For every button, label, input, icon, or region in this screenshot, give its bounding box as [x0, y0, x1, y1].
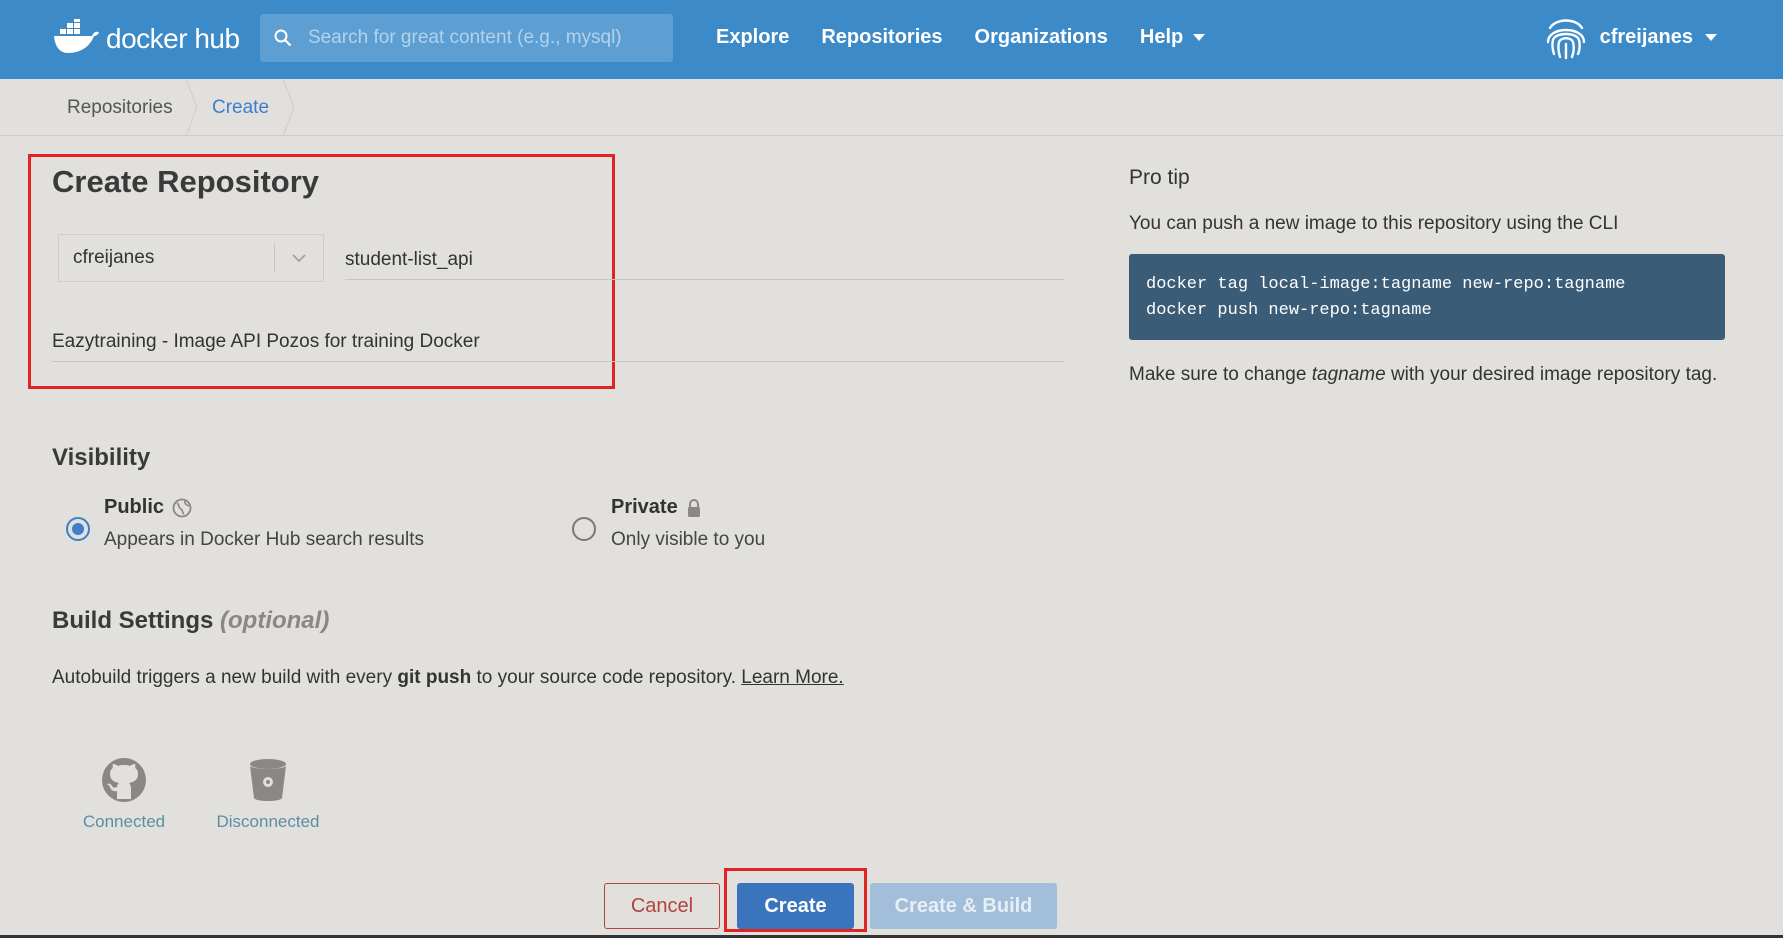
caret-down-icon	[1705, 33, 1717, 41]
pro-tip-title: Pro tip	[1129, 166, 1190, 189]
private-option-label[interactable]: Private	[611, 496, 702, 519]
note-text-before: Make sure to change	[1129, 364, 1312, 385]
breadcrumb-create[interactable]: Create	[212, 97, 269, 119]
private-radio[interactable]	[572, 517, 596, 541]
chevron-down-icon[interactable]	[288, 247, 310, 269]
private-description: Only visible to you	[611, 529, 766, 550]
autobuild-text-before: Autobuild triggers a new build with ever…	[52, 667, 398, 688]
search-input[interactable]	[308, 27, 648, 49]
public-radio[interactable]	[66, 517, 90, 541]
build-settings-title: Build Settings (optional)	[52, 607, 329, 635]
repo-name-input[interactable]	[345, 240, 1064, 280]
git-push-text: git push	[397, 667, 472, 688]
nav-repositories[interactable]: Repositories	[821, 26, 942, 49]
description-input[interactable]	[52, 322, 1064, 362]
top-navbar: docker hub Explore Repositories Organiza…	[0, 0, 1783, 79]
select-divider	[274, 243, 275, 273]
optional-label: (optional)	[220, 607, 330, 634]
breadcrumb-separator-icon	[282, 79, 295, 136]
nav-organizations[interactable]: Organizations	[975, 26, 1108, 49]
search-icon	[274, 29, 292, 47]
public-option-label[interactable]: Public	[104, 496, 192, 519]
namespace-select[interactable]: cfreijanes	[58, 234, 324, 282]
create-and-build-button[interactable]: Create & Build	[870, 883, 1057, 929]
build-settings-label: Build Settings	[52, 607, 214, 634]
visibility-title: Visibility	[52, 444, 151, 471]
nav-explore[interactable]: Explore	[716, 26, 789, 49]
github-status: Connected	[82, 812, 166, 831]
tagname-emphasis: tagname	[1311, 364, 1386, 385]
public-label: Public	[104, 496, 165, 518]
user-menu[interactable]: cfreijanes	[1544, 14, 1717, 60]
learn-more-link[interactable]: Learn More.	[741, 667, 843, 688]
private-label: Private	[611, 496, 678, 518]
pro-tip-text: You can push a new image to this reposit…	[1129, 213, 1619, 234]
search-box[interactable]	[260, 14, 673, 62]
cancel-button[interactable]: Cancel	[604, 883, 720, 929]
logo-text: docker hub	[106, 23, 240, 54]
nav-help[interactable]: Help	[1139, 26, 1206, 49]
bitbucket-status: Disconnected	[216, 812, 320, 831]
pro-tip-note: Make sure to change tagname with your de…	[1129, 362, 1729, 387]
main-nav: Explore Repositories Organizations Help	[716, 26, 1206, 49]
github-icon	[102, 758, 146, 802]
cli-code-block: docker tag local-image:tagname new-repo:…	[1129, 254, 1725, 340]
code-line: docker push new-repo:tagname	[1146, 301, 1432, 320]
fingerprint-avatar-icon	[1546, 19, 1585, 60]
username-label: cfreijanes	[1599, 25, 1693, 48]
code-line: docker tag local-image:tagname new-repo:…	[1146, 275, 1626, 294]
autobuild-text-after: to your source code repository.	[471, 667, 742, 688]
bitbucket-provider[interactable]: Disconnected	[210, 756, 326, 832]
breadcrumb-separator-icon	[185, 79, 198, 136]
caret-down-icon	[1193, 34, 1206, 41]
breadcrumb-repositories[interactable]: Repositories	[67, 97, 173, 119]
public-description: Appears in Docker Hub search results	[104, 529, 424, 550]
docker-hub-logo[interactable]: docker hub	[52, 17, 240, 61]
page-title: Create Repository	[52, 164, 320, 199]
globe-icon	[172, 498, 192, 517]
nav-help-label: Help	[1139, 26, 1184, 48]
github-provider[interactable]: Connected	[76, 756, 172, 832]
namespace-value: cfreijanes	[73, 247, 155, 268]
create-button[interactable]: Create	[737, 883, 854, 929]
autobuild-description: Autobuild triggers a new build with ever…	[52, 667, 844, 689]
note-text-after: with your desired image repository tag.	[1385, 364, 1718, 385]
docker-whale-icon	[54, 19, 99, 53]
bitbucket-icon	[250, 759, 286, 801]
lock-icon	[687, 498, 700, 517]
